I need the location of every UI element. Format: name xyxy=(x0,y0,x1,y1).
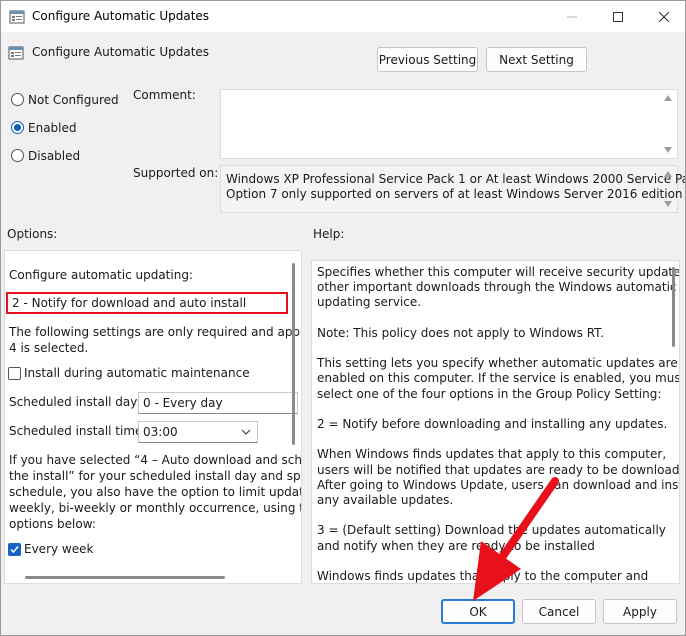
para-line-2: the install” for your scheduled install … xyxy=(9,469,302,483)
close-button[interactable] xyxy=(641,1,685,32)
minimize-button[interactable] xyxy=(549,1,595,32)
supported-line-1: Windows XP Professional Service Pack 1 o… xyxy=(226,172,686,186)
help-vscroll-thumb[interactable] xyxy=(672,267,675,347)
install-maintenance-checkbox[interactable] xyxy=(8,367,21,380)
help-line: other important downloads through the Wi… xyxy=(317,280,677,295)
supported-line-2: Option 7 only supported on servers of at… xyxy=(226,187,683,201)
install-day-dropdown[interactable]: 0 - Every day xyxy=(138,392,298,414)
maximize-icon xyxy=(613,11,623,22)
comment-label: Comment: xyxy=(133,88,196,102)
help-line: 2 = Notify before downloading and instal… xyxy=(317,417,668,431)
radio-disabled-label[interactable]: Disabled xyxy=(28,149,80,163)
comment-textarea[interactable] xyxy=(220,89,678,159)
apply-button[interactable]: Apply xyxy=(603,599,677,624)
radio-enabled-circle[interactable] xyxy=(11,121,24,134)
para-line-4: weekly, bi-weekly or monthly occurrence,… xyxy=(9,501,302,515)
radio-enabled-label[interactable]: Enabled xyxy=(28,121,77,135)
minimize-icon xyxy=(567,16,577,17)
supported-scrollbar[interactable] xyxy=(660,166,677,212)
configure-updating-value: 2 - Notify for download and auto install xyxy=(12,296,247,310)
scroll-up-icon[interactable] xyxy=(664,95,672,101)
install-time-value: 03:00 xyxy=(143,425,178,439)
policy-setting-icon xyxy=(8,46,24,60)
supported-on-label: Supported on: xyxy=(133,166,219,180)
help-line: This setting lets you specify whether au… xyxy=(317,356,678,371)
configure-updating-dropdown[interactable]: 2 - Notify for download and auto install xyxy=(6,292,288,314)
scroll-up-icon[interactable] xyxy=(664,171,672,177)
help-line: Specifies whether this computer will rec… xyxy=(317,265,680,279)
title-bar[interactable]: Configure Automatic Updates xyxy=(1,1,685,32)
options-hscroll-thumb[interactable] xyxy=(25,576,225,579)
close-icon xyxy=(659,11,669,22)
previous-setting-button[interactable]: Previous Setting xyxy=(377,47,478,72)
note-line-1: The following settings are only required… xyxy=(9,325,302,339)
help-line: updating service. xyxy=(317,295,422,310)
para-line-1: If you have selected “4 – Auto download … xyxy=(9,453,302,467)
configure-updating-label: Configure automatic updating: xyxy=(9,268,193,282)
options-panel[interactable]: Configure automatic updating: 2 - Notify… xyxy=(4,250,302,584)
options-vscroll-thumb[interactable] xyxy=(292,263,295,445)
options-label: Options: xyxy=(7,227,58,241)
help-line: any available updates. xyxy=(317,493,454,507)
help-line: enabled on this computer. If the service… xyxy=(317,371,680,386)
radio-not-configured-label[interactable]: Not Configured xyxy=(28,93,119,107)
comment-scrollbar[interactable] xyxy=(660,90,677,158)
para-line-5: options below: xyxy=(9,517,96,531)
scroll-down-icon[interactable] xyxy=(664,147,672,153)
policy-icon xyxy=(9,10,25,24)
every-week-checkbox[interactable] xyxy=(8,543,21,556)
window-title: Configure Automatic Updates xyxy=(32,9,210,23)
help-line: select one of the four options in the Gr… xyxy=(317,386,662,401)
checkmark-icon xyxy=(10,546,19,554)
radio-not-configured-circle[interactable] xyxy=(11,93,24,106)
para-line-3: schedule, you also have the option to li… xyxy=(9,485,302,499)
install-time-dropdown[interactable]: 03:00 xyxy=(138,421,258,443)
install-time-label: Scheduled install time: xyxy=(9,424,147,438)
supported-on-box: Windows XP Professional Service Pack 1 o… xyxy=(220,165,685,213)
maximize-button[interactable] xyxy=(595,1,641,32)
chevron-down-icon xyxy=(241,429,251,435)
install-day-label: Scheduled install day: xyxy=(9,395,141,409)
scroll-down-icon[interactable] xyxy=(664,201,672,207)
radio-disabled-circle[interactable] xyxy=(11,149,24,162)
help-label: Help: xyxy=(313,227,345,241)
install-maintenance-label[interactable]: Install during automatic maintenance xyxy=(24,366,250,382)
every-week-label[interactable]: Every week xyxy=(24,542,93,558)
next-setting-button[interactable]: Next Setting xyxy=(486,47,587,72)
help-line: Note: This policy does not apply to Wind… xyxy=(317,325,604,340)
policy-title: Configure Automatic Updates xyxy=(32,45,210,59)
dialog-window: Configure Automatic Updates Configure Au… xyxy=(0,0,686,636)
annotation-arrow-icon xyxy=(473,477,559,601)
install-day-value: 0 - Every day xyxy=(143,396,223,410)
help-line: When Windows finds updates that apply to… xyxy=(317,447,667,462)
note-line-2: 4 is selected. xyxy=(9,341,89,355)
